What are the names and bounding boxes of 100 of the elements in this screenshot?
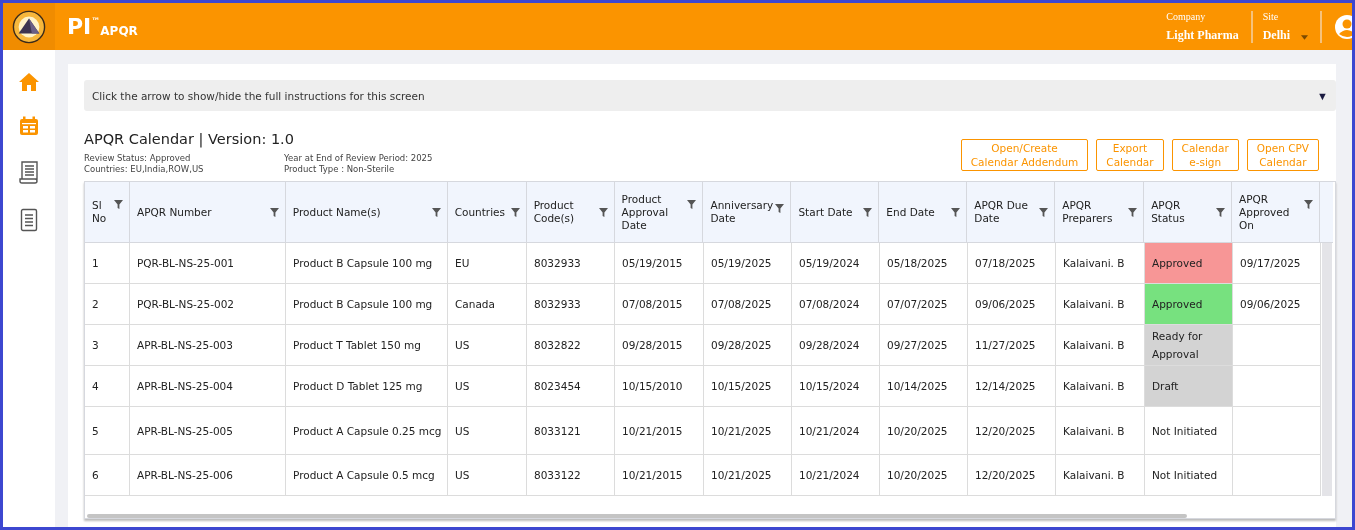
- column-header[interactable]: APQR Status: [1144, 182, 1233, 242]
- review-info-text: Countries: EU,India,ROW,US: [84, 164, 205, 174]
- status-cell: Approved: [1145, 243, 1233, 283]
- column-header[interactable]: APQR Number: [129, 182, 286, 242]
- instructions-text: Click the arrow to show/hide the full instructions for this screen: [92, 89, 426, 102]
- column-header[interactable]: Product Approval Date: [614, 182, 704, 242]
- table-cell: 11/27/2025: [968, 325, 1056, 365]
- expand-toggle[interactable]: ▼: [1317, 89, 1328, 102]
- table-cell: 10/15/2010: [615, 366, 704, 406]
- review-info-text: Year at End of Review Period: 2025: [284, 153, 434, 163]
- product-name: APQR: [100, 23, 138, 38]
- table-cell: 12/20/2025: [968, 407, 1056, 454]
- table-cell: 8032933: [527, 243, 615, 283]
- filter-icon[interactable]: [1039, 208, 1049, 217]
- filter-icon[interactable]: [113, 200, 123, 209]
- table-cell: 8033122: [527, 455, 615, 495]
- horizontal-scrollbar[interactable]: [87, 514, 1187, 518]
- review-info-text: Product Type : Non-Sterile: [284, 164, 396, 174]
- column-header[interactable]: Sl No: [85, 182, 130, 242]
- column-header[interactable]: APQR Preparers: [1055, 182, 1145, 242]
- filter-icon[interactable]: [951, 208, 961, 217]
- filter-icon[interactable]: [1216, 208, 1226, 217]
- column-header[interactable]: Countries: [447, 182, 527, 242]
- table-cell: 05/19/2015: [615, 243, 704, 283]
- column-header[interactable]: Start Date: [791, 182, 880, 242]
- table-cell: 8023454: [527, 366, 615, 406]
- table-cell: Product B Capsule 100 mg: [286, 284, 448, 324]
- table-cell: 07/18/2025: [968, 243, 1056, 283]
- table-cell: 5: [85, 407, 130, 454]
- table-cell: EU: [448, 243, 527, 283]
- filter-icon[interactable]: [510, 208, 520, 217]
- table-cell: 09/28/2015: [615, 325, 704, 365]
- table-cell: 10/21/2024: [792, 407, 880, 454]
- table-cell: 10/14/2025: [880, 366, 968, 406]
- filter-icon[interactable]: [1128, 208, 1138, 217]
- table-cell: 10/15/2025: [704, 366, 792, 406]
- column-header[interactable]: Product Code(s): [526, 182, 615, 242]
- table-cell: US: [448, 407, 527, 454]
- page-title: APQR Calendar | Version: 1.0: [84, 131, 295, 147]
- document-icon[interactable]: [20, 208, 38, 232]
- filter-icon[interactable]: [1304, 200, 1314, 209]
- table-cell: 07/07/2025: [880, 284, 968, 324]
- table-cell: 05/18/2025: [880, 243, 968, 283]
- table-cell: 05/19/2025: [704, 243, 792, 283]
- table-cell: 2: [85, 284, 130, 324]
- table-cell: Product B Capsule 100 mg: [286, 243, 448, 283]
- table-cell: PQR-BL-NS-25-001: [130, 243, 286, 283]
- table-cell: Product D Tablet 125 mg: [286, 366, 448, 406]
- review-info-text: Review Status: Approved: [84, 153, 192, 163]
- table-cell: Product A Capsule 0.25 mcg: [286, 407, 448, 454]
- table-cell: 10/20/2025: [880, 455, 968, 495]
- table-cell: APR-BL-NS-25-006: [130, 455, 286, 495]
- table-cell: Product T Tablet 150 mg: [286, 325, 448, 365]
- table-cell: US: [448, 325, 527, 365]
- table-cell: 1: [85, 243, 130, 283]
- table-cell: 09/28/2024: [792, 325, 880, 365]
- column-header[interactable]: Anniversary Date: [703, 182, 792, 242]
- status-cell: Ready for Approval: [1145, 325, 1233, 365]
- table-cell: 10/15/2024: [792, 366, 880, 406]
- table-cell: 12/14/2025: [968, 366, 1056, 406]
- table-cell: APR-BL-NS-25-005: [130, 407, 286, 454]
- table-cell: Canada: [448, 284, 527, 324]
- vertical-scrollbar[interactable]: [1322, 243, 1332, 496]
- table-cell: Product A Capsule 0.5 mcg: [286, 455, 448, 495]
- table-cell: 8033121: [527, 407, 615, 454]
- table-cell: 8032933: [527, 284, 615, 324]
- column-header[interactable]: APQR Due Date: [967, 182, 1056, 242]
- filter-icon[interactable]: [775, 204, 785, 213]
- table-cell: PQR-BL-NS-25-002: [130, 284, 286, 324]
- table-cell: 4: [85, 366, 130, 406]
- filter-icon[interactable]: [863, 208, 873, 217]
- table-cell: APR-BL-NS-25-003: [130, 325, 286, 365]
- table-cell: US: [448, 366, 527, 406]
- filter-icon[interactable]: [269, 208, 279, 217]
- caret-icon: [1301, 34, 1308, 40]
- column-header[interactable]: Product Name(s): [285, 182, 448, 242]
- table-cell: 10/21/2015: [615, 455, 704, 495]
- table-cell: 09/06/2025: [968, 284, 1056, 324]
- table-cell: 10/20/2025: [880, 407, 968, 454]
- table-cell: APR-BL-NS-25-004: [130, 366, 286, 406]
- filter-icon[interactable]: [431, 208, 441, 217]
- filter-icon[interactable]: [687, 200, 697, 209]
- column-header[interactable]: End Date: [879, 182, 968, 242]
- column-header[interactable]: APQR Approved On: [1232, 182, 1321, 242]
- table-cell: 6: [85, 455, 130, 495]
- table-cell: 09/27/2025: [880, 325, 968, 365]
- brand-name: PI: [67, 15, 92, 38]
- table-cell: 3: [85, 325, 130, 365]
- table-cell: 07/08/2015: [615, 284, 704, 324]
- table-cell: 10/21/2024: [792, 455, 880, 495]
- filter-icon[interactable]: [598, 208, 608, 217]
- table-cell: 8032822: [527, 325, 615, 365]
- table-cell: US: [448, 455, 527, 495]
- table-cell: 12/20/2025: [968, 455, 1056, 495]
- table-cell: 07/08/2024: [792, 284, 880, 324]
- table-cell: 05/19/2024: [792, 243, 880, 283]
- company-name: Light Pharma: [1166, 27, 1239, 43]
- table-cell: 09/06/2025: [1233, 284, 1321, 324]
- scroll-document-icon[interactable]: [18, 160, 40, 184]
- table-cell: 09/17/2025: [1233, 243, 1321, 283]
